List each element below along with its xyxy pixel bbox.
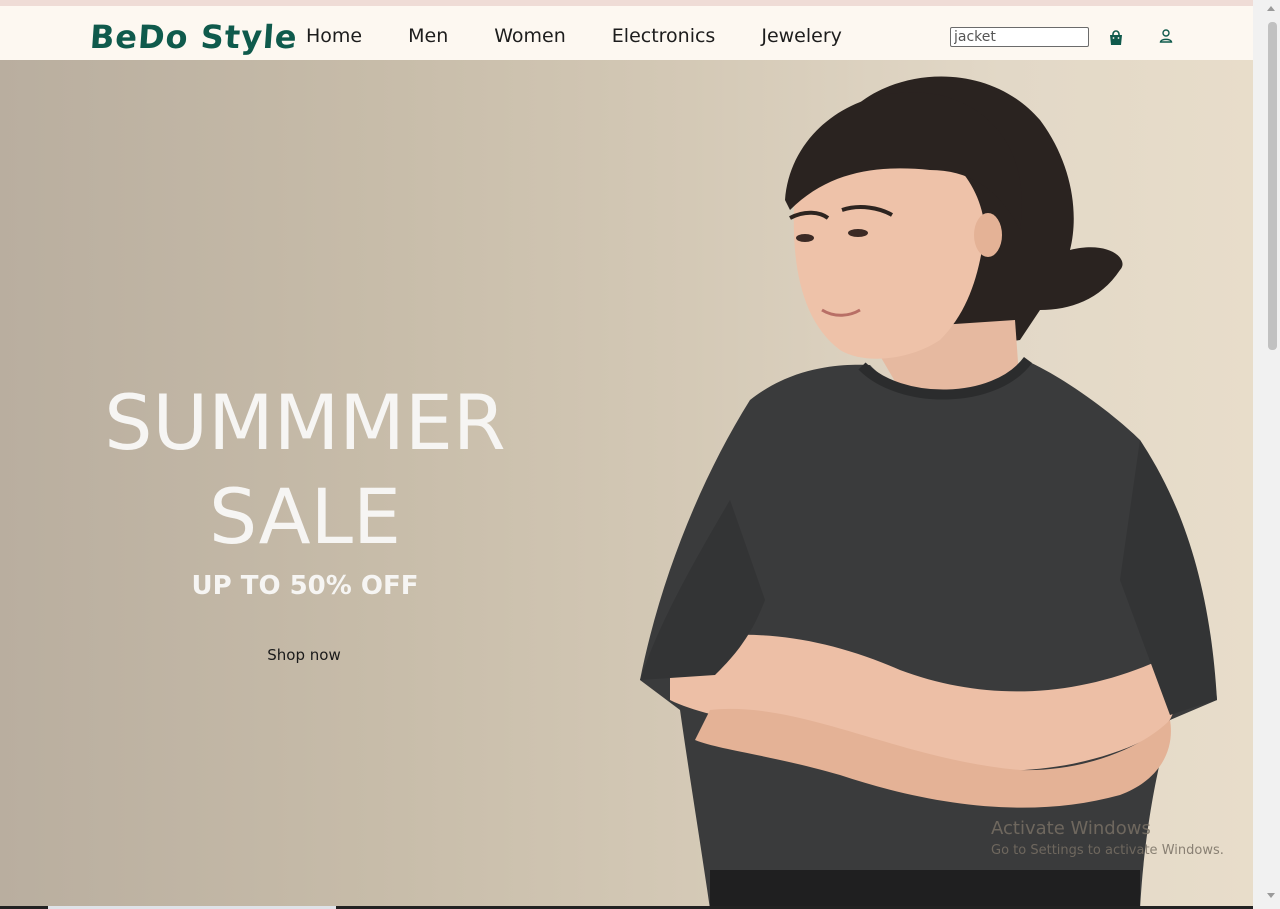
scrollbar-thumb[interactable] (1268, 22, 1277, 350)
watermark-subtitle: Go to Settings to activate Windows. (991, 843, 1224, 858)
shop-now-button[interactable]: Shop now (254, 642, 354, 666)
hero-title-line2: SALE (208, 472, 401, 561)
search-input[interactable] (950, 27, 1089, 47)
scroll-down-arrow-icon[interactable] (1267, 893, 1275, 898)
nav-links: Home Men Women Electronics Jewelery (306, 25, 888, 47)
hero-banner: SUMMMER SALE UP TO 50% OFF Shop now Acti… (0, 60, 1253, 909)
user-icon[interactable] (1158, 28, 1174, 44)
nav-link-electronics[interactable]: Electronics (612, 25, 716, 47)
nav-link-men[interactable]: Men (408, 25, 448, 47)
brand-logo[interactable]: BeDo Style (89, 18, 299, 56)
hero-model-image (640, 76, 1217, 909)
nav-link-home[interactable]: Home (306, 25, 362, 47)
windows-activation-watermark: Activate Windows Go to Settings to activ… (991, 818, 1224, 858)
navbar: BeDo Style Home Men Women Electronics Je… (0, 14, 1253, 60)
hero-title-line1: SUMMMER (104, 378, 506, 467)
nav-link-jewelery[interactable]: Jewelery (761, 25, 842, 47)
watermark-title: Activate Windows (991, 818, 1151, 839)
nav-link-women[interactable]: Women (494, 25, 566, 47)
top-spacer (0, 6, 1253, 14)
hero-subtitle: UP TO 50% OFF (191, 571, 419, 601)
shopping-bag-icon[interactable] (1107, 29, 1125, 47)
scroll-up-arrow-icon[interactable] (1267, 6, 1275, 11)
